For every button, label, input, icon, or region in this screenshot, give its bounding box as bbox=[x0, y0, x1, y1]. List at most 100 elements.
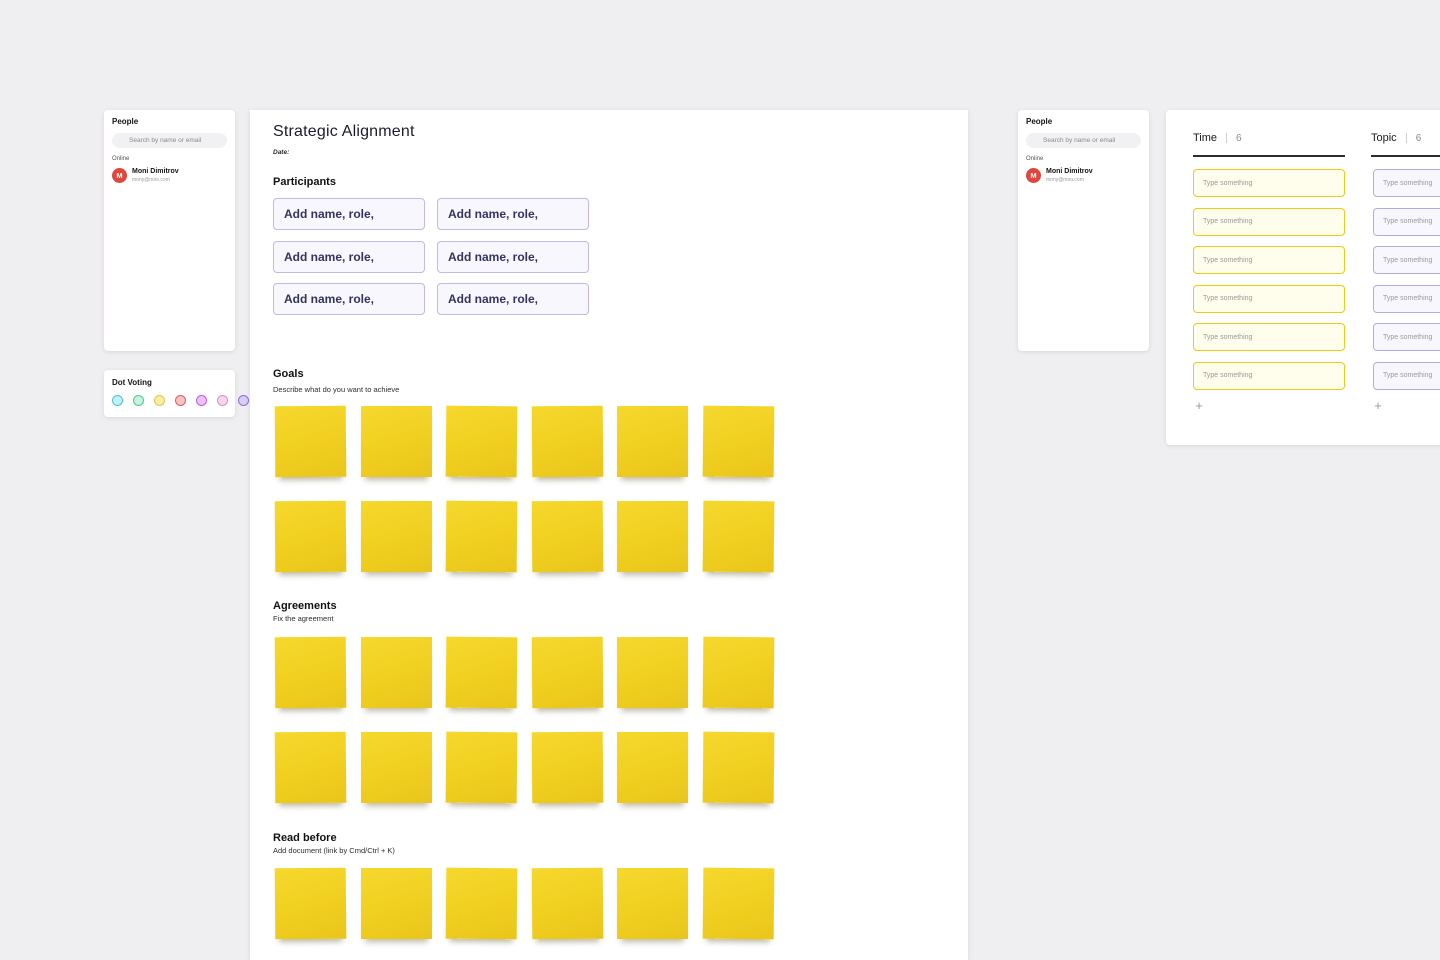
sticky-note[interactable] bbox=[702, 732, 774, 804]
board-canvas: Strategic Alignment Date: Participants A… bbox=[250, 110, 968, 960]
agreements-sticky-grid bbox=[275, 637, 774, 803]
time-input[interactable]: Type something bbox=[1193, 246, 1345, 274]
topic-input[interactable]: Type something bbox=[1373, 362, 1440, 390]
vote-dot-magenta[interactable] bbox=[196, 395, 207, 406]
add-topic-button[interactable]: + bbox=[1371, 398, 1385, 413]
sticky-note[interactable] bbox=[275, 501, 347, 573]
time-column: Type something Type something Type somet… bbox=[1193, 169, 1345, 390]
vote-dot-yellow[interactable] bbox=[154, 395, 165, 406]
people-panel-left: People Online M Moni Dimitrov mony@miro.… bbox=[104, 110, 235, 351]
topic-input[interactable]: Type something bbox=[1373, 208, 1440, 236]
sticky-note[interactable] bbox=[702, 868, 774, 940]
time-topic-panel: Time 6 Type something Type something Typ… bbox=[1166, 110, 1440, 445]
sticky-note[interactable] bbox=[617, 501, 688, 572]
read-before-heading: Read before bbox=[273, 832, 337, 844]
participants-heading: Participants bbox=[273, 176, 336, 188]
user-name: Moni Dimitrov bbox=[1046, 168, 1093, 175]
avatar: M bbox=[112, 168, 127, 183]
sticky-note[interactable] bbox=[702, 501, 774, 573]
add-time-button[interactable]: + bbox=[1192, 398, 1206, 413]
topic-header: Topic 6 bbox=[1371, 132, 1421, 144]
topic-input[interactable]: Type something bbox=[1373, 246, 1440, 274]
sticky-note[interactable] bbox=[361, 868, 432, 939]
divider bbox=[1406, 133, 1407, 143]
search-input[interactable] bbox=[1026, 133, 1141, 148]
sticky-note[interactable] bbox=[531, 406, 603, 478]
vote-dot-green[interactable] bbox=[133, 395, 144, 406]
time-input[interactable]: Type something bbox=[1193, 169, 1345, 197]
goals-heading: Goals bbox=[273, 368, 304, 380]
topic-input[interactable]: Type something bbox=[1373, 285, 1440, 313]
online-label: Online bbox=[112, 156, 129, 162]
topic-input[interactable]: Type something bbox=[1373, 323, 1440, 351]
time-count: 6 bbox=[1236, 133, 1242, 144]
topic-input[interactable]: Type something bbox=[1373, 169, 1440, 197]
time-label: Time bbox=[1193, 132, 1217, 144]
user-list-item[interactable]: M Moni Dimitrov mony@miro.com bbox=[1026, 167, 1141, 185]
user-email: mony@miro.com bbox=[1046, 177, 1084, 183]
sticky-note[interactable] bbox=[531, 637, 603, 709]
sticky-note[interactable] bbox=[702, 406, 774, 478]
sticky-note[interactable] bbox=[617, 732, 688, 803]
search-input[interactable] bbox=[112, 133, 227, 148]
sticky-note[interactable] bbox=[361, 406, 432, 477]
participant-input[interactable]: Add name, role, bbox=[437, 198, 589, 230]
sticky-note[interactable] bbox=[275, 637, 347, 709]
participants-grid: Add name, role, Add name, role, Add name… bbox=[273, 198, 589, 315]
date-label: Date: bbox=[273, 149, 289, 156]
sticky-note[interactable] bbox=[361, 732, 432, 803]
sticky-note[interactable] bbox=[275, 732, 347, 804]
goals-subtitle: Describe what do you want to achieve bbox=[273, 385, 399, 394]
sticky-note[interactable] bbox=[446, 868, 518, 940]
sticky-note[interactable] bbox=[617, 868, 688, 939]
participant-input[interactable]: Add name, role, bbox=[273, 283, 425, 315]
sticky-note[interactable] bbox=[446, 732, 518, 804]
sticky-note[interactable] bbox=[531, 501, 603, 573]
user-name: Moni Dimitrov bbox=[132, 168, 179, 175]
sticky-note[interactable] bbox=[617, 637, 688, 708]
sticky-note[interactable] bbox=[702, 637, 774, 709]
time-input[interactable]: Type something bbox=[1193, 285, 1345, 313]
topic-column: Type something Type something Type somet… bbox=[1373, 169, 1440, 390]
topic-count: 6 bbox=[1416, 133, 1422, 144]
sticky-note[interactable] bbox=[361, 637, 432, 708]
divider bbox=[1226, 133, 1227, 143]
time-input[interactable]: Type something bbox=[1193, 362, 1345, 390]
sticky-note[interactable] bbox=[446, 501, 518, 573]
goals-sticky-grid bbox=[275, 406, 774, 572]
read-before-sticky-grid bbox=[275, 868, 774, 939]
topic-label: Topic bbox=[1371, 132, 1397, 144]
vote-dot-red[interactable] bbox=[175, 395, 186, 406]
time-input[interactable]: Type something bbox=[1193, 323, 1345, 351]
sticky-note[interactable] bbox=[617, 406, 688, 477]
avatar: M bbox=[1026, 168, 1041, 183]
time-input[interactable]: Type something bbox=[1193, 208, 1345, 236]
people-panel-title: People bbox=[1026, 117, 1052, 126]
sticky-note[interactable] bbox=[531, 732, 603, 804]
agreements-subtitle: Fix the agreement bbox=[273, 614, 333, 623]
participant-input[interactable]: Add name, role, bbox=[437, 283, 589, 315]
agreements-heading: Agreements bbox=[273, 600, 337, 612]
sticky-note[interactable] bbox=[446, 637, 518, 709]
vote-dot-violet[interactable] bbox=[238, 395, 249, 406]
time-underline bbox=[1193, 155, 1345, 157]
participant-input[interactable]: Add name, role, bbox=[273, 198, 425, 230]
dot-voting-row bbox=[112, 395, 249, 406]
board-title: Strategic Alignment bbox=[273, 123, 415, 141]
vote-dot-cyan[interactable] bbox=[112, 395, 123, 406]
sticky-note[interactable] bbox=[446, 406, 518, 478]
dot-voting-title: Dot Voting bbox=[112, 378, 152, 387]
topic-underline bbox=[1371, 155, 1440, 157]
sticky-note[interactable] bbox=[361, 501, 432, 572]
participant-input[interactable]: Add name, role, bbox=[273, 241, 425, 273]
read-before-subtitle: Add document (link by Cmd/Ctrl + K) bbox=[273, 846, 395, 855]
participant-input[interactable]: Add name, role, bbox=[437, 241, 589, 273]
user-list-item[interactable]: M Moni Dimitrov mony@miro.com bbox=[112, 167, 227, 185]
online-label: Online bbox=[1026, 156, 1043, 162]
vote-dot-pink[interactable] bbox=[217, 395, 228, 406]
people-panel-title: People bbox=[112, 117, 138, 126]
people-panel-right: People Online M Moni Dimitrov mony@miro.… bbox=[1018, 110, 1149, 351]
sticky-note[interactable] bbox=[275, 868, 347, 940]
sticky-note[interactable] bbox=[275, 406, 347, 478]
sticky-note[interactable] bbox=[531, 868, 603, 940]
